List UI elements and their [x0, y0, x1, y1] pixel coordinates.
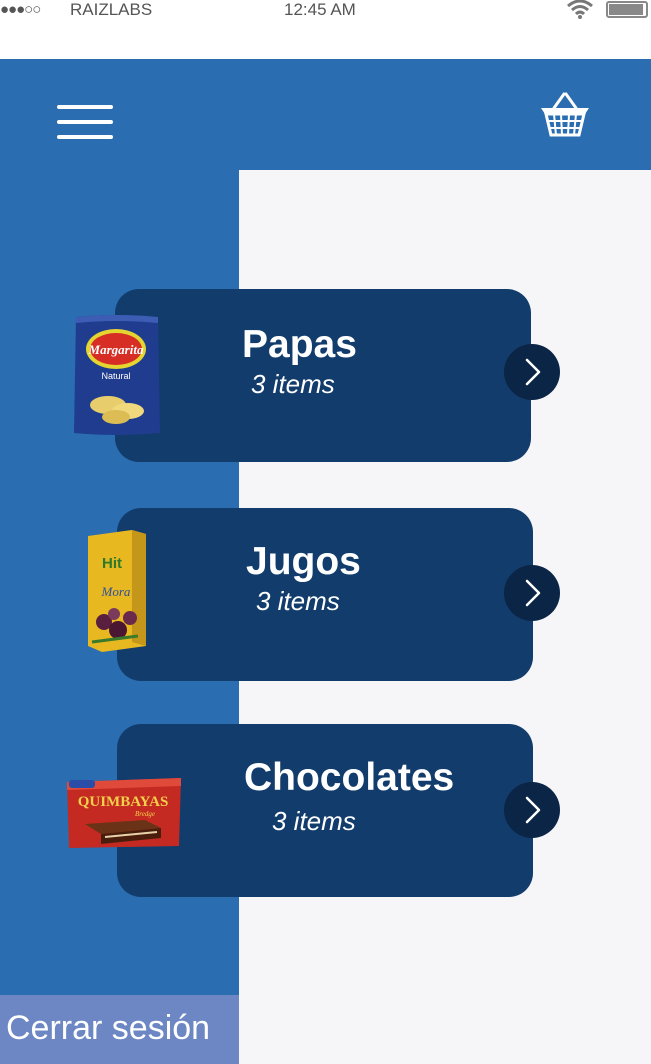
juice-box-image: Hit Mora	[86, 530, 148, 657]
category-count: 3 items	[272, 806, 356, 836]
svg-text:QUIMBAYAS: QUIMBAYAS	[78, 794, 169, 810]
svg-text:Bredge: Bredge	[135, 810, 155, 818]
chevron-right-icon[interactable]	[504, 344, 560, 400]
chocolate-bar-image: QUIMBAYAS Bredge	[65, 776, 183, 855]
category-card-papas[interactable]: Papas 3 items	[115, 289, 531, 462]
clock: 12:45 AM	[284, 0, 356, 19]
status-bar-spacer	[0, 24, 651, 59]
hamburger-menu-icon[interactable]	[57, 105, 113, 141]
svg-text:Mora: Mora	[101, 584, 131, 599]
carrier-name: RAIZLABS	[70, 0, 153, 19]
status-bar: ●●●○○ RAIZLABS 12:45 AM	[0, 0, 651, 59]
category-count: 3 items	[251, 369, 335, 399]
logout-button[interactable]: Cerrar sesión	[0, 995, 239, 1064]
shopping-basket-icon[interactable]	[538, 92, 592, 138]
category-title: Chocolates	[244, 756, 455, 799]
svg-text:Natural: Natural	[101, 371, 130, 381]
battery-icon	[606, 1, 648, 18]
chips-bag-image: Margarita Natural	[72, 313, 162, 442]
chevron-right-icon[interactable]	[504, 565, 560, 621]
svg-text:Margarita: Margarita	[88, 342, 144, 357]
signal-strength-icon: ●●●○○	[0, 1, 41, 18]
chevron-right-icon[interactable]	[504, 782, 560, 838]
category-count: 3 items	[256, 586, 340, 616]
svg-text:Hit: Hit	[102, 555, 122, 572]
category-title: Jugos	[246, 540, 361, 583]
category-title: Papas	[242, 323, 357, 366]
wifi-icon	[566, 0, 594, 25]
category-card-jugos[interactable]: Jugos 3 items	[117, 508, 533, 681]
